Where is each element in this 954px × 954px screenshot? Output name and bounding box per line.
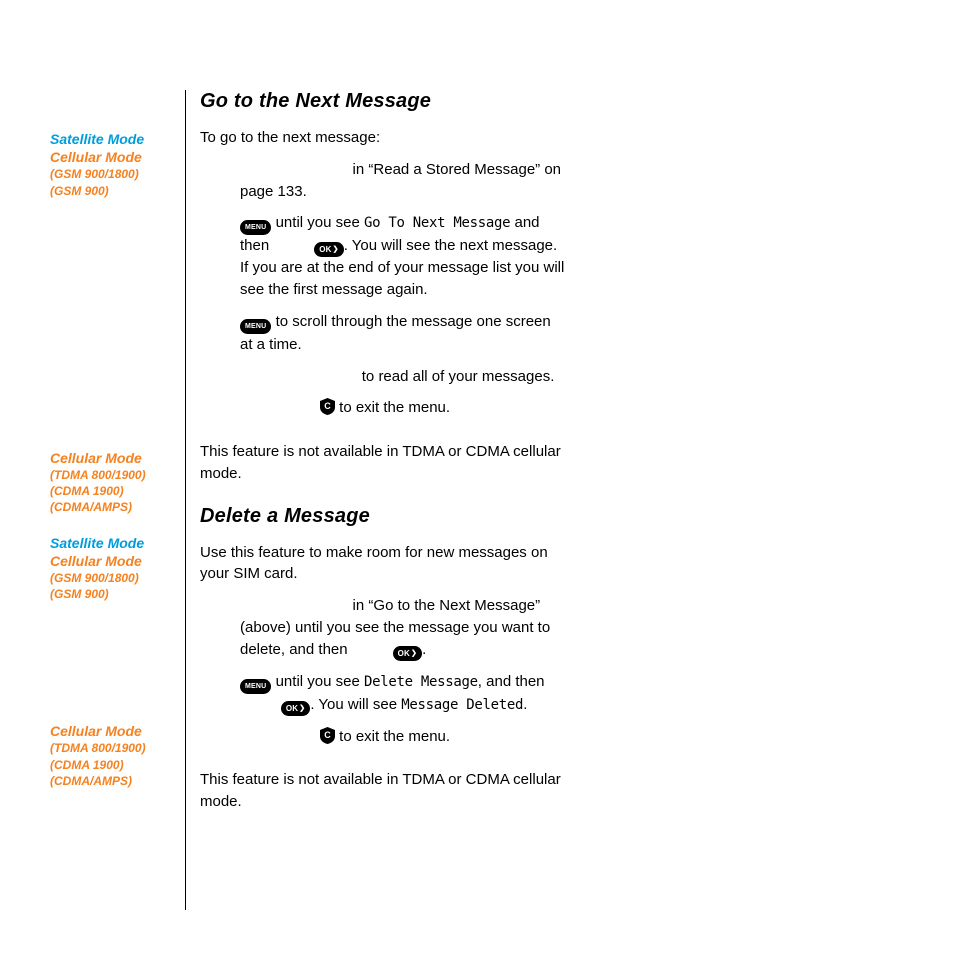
mode-sub: (CDMA 1900) [50, 483, 177, 499]
mode-block-2: Cellular Mode (TDMA 800/1900) (CDMA 1900… [50, 449, 177, 516]
mode-block-1: Satellite Mode Cellular Mode (GSM 900/18… [50, 130, 177, 199]
step-text: to exit the menu. [335, 399, 450, 416]
satellite-mode-label: Satellite Mode [50, 534, 177, 552]
satellite-mode-label: Satellite Mode [50, 130, 177, 148]
step-text: . [523, 696, 527, 713]
step-text: until you see [271, 214, 364, 231]
step-text: to scroll through the message one screen… [240, 313, 551, 353]
cellular-mode-label: Cellular Mode [50, 552, 177, 570]
sidebar: Satellite Mode Cellular Mode (GSM 900/18… [50, 90, 185, 910]
intro-paragraph: Use this feature to make room for new me… [200, 542, 566, 586]
mode-sub: (CDMA 1900) [50, 757, 177, 773]
step-text: until you see [271, 673, 364, 690]
two-column-layout: Satellite Mode Cellular Mode (GSM 900/18… [50, 90, 894, 910]
mode-block-4: Cellular Mode (TDMA 800/1900) (CDMA 1900… [50, 722, 177, 789]
menu-icon: MENU [240, 220, 271, 235]
step-3: MENU to scroll through the message one s… [240, 311, 566, 356]
cellular-mode-label: Cellular Mode [50, 722, 177, 740]
cellular-mode-label: Cellular Mode [50, 148, 177, 166]
step-5: C to exit the menu. [320, 397, 566, 419]
delete-step-2: MENU until you see Delete Message, and t… [240, 671, 566, 716]
step-4: Repeat steps 2–3 to read all of your mes… [240, 366, 566, 388]
step-1: Follow the steps in “Read a Stored Messa… [240, 159, 566, 203]
c-icon: C [320, 398, 335, 415]
ui-text: Message Deleted [401, 697, 523, 713]
step-text: in “Read a Stored Message” on page 133. [240, 161, 561, 200]
mode-sub: (GSM 900/1800) [50, 166, 177, 182]
ui-text: Delete Message [364, 674, 478, 690]
svg-text:C: C [324, 730, 331, 740]
mode-block-3: Satellite Mode Cellular Mode (GSM 900/18… [50, 534, 177, 603]
step-text: . You will see the next message. If you … [240, 237, 564, 298]
ok-icon: OK [314, 242, 343, 257]
manual-page: Satellite Mode Cellular Mode (GSM 900/18… [0, 0, 954, 954]
cellular-mode-label: Cellular Mode [50, 449, 177, 467]
section-heading: Delete a Message [200, 505, 566, 528]
c-icon: C [320, 727, 335, 744]
step-text: . You will see [310, 696, 401, 713]
step-text: to exit the menu. [335, 728, 450, 745]
step-2: MENU until you see Go To Next Message an… [240, 212, 566, 301]
mode-sub: (GSM 900/1800) [50, 570, 177, 586]
ui-text: Go To Next Message [364, 215, 510, 231]
mode-sub: (GSM 900) [50, 586, 177, 602]
menu-icon: MENU [240, 319, 271, 334]
step-text: . [422, 641, 426, 658]
intro-paragraph: To go to the next message: [200, 127, 566, 149]
svg-text:C: C [324, 401, 331, 411]
mode-sub: (CDMA/AMPS) [50, 499, 177, 515]
ok-icon: OK [281, 701, 310, 716]
step-text: , and then [478, 673, 545, 690]
note-paragraph: This feature is not available in TDMA or… [200, 441, 566, 485]
mode-sub: (GSM 900) [50, 183, 177, 199]
mode-sub: (TDMA 800/1900) [50, 467, 177, 483]
main-content: Go to the Next Message To go to the next… [186, 90, 566, 910]
menu-icon: MENU [240, 679, 271, 694]
step-text: to read all of your messages. [358, 368, 555, 385]
delete-step-3: C to exit the menu. [320, 726, 566, 748]
ok-icon: OK [393, 646, 422, 661]
mode-sub: (TDMA 800/1900) [50, 740, 177, 756]
note-paragraph: This feature is not available in TDMA or… [200, 769, 566, 813]
delete-step-1: Follow the steps in “Go to the Next Mess… [240, 595, 566, 661]
section-heading: Go to the Next Message [200, 90, 566, 113]
mode-sub: (CDMA/AMPS) [50, 773, 177, 789]
